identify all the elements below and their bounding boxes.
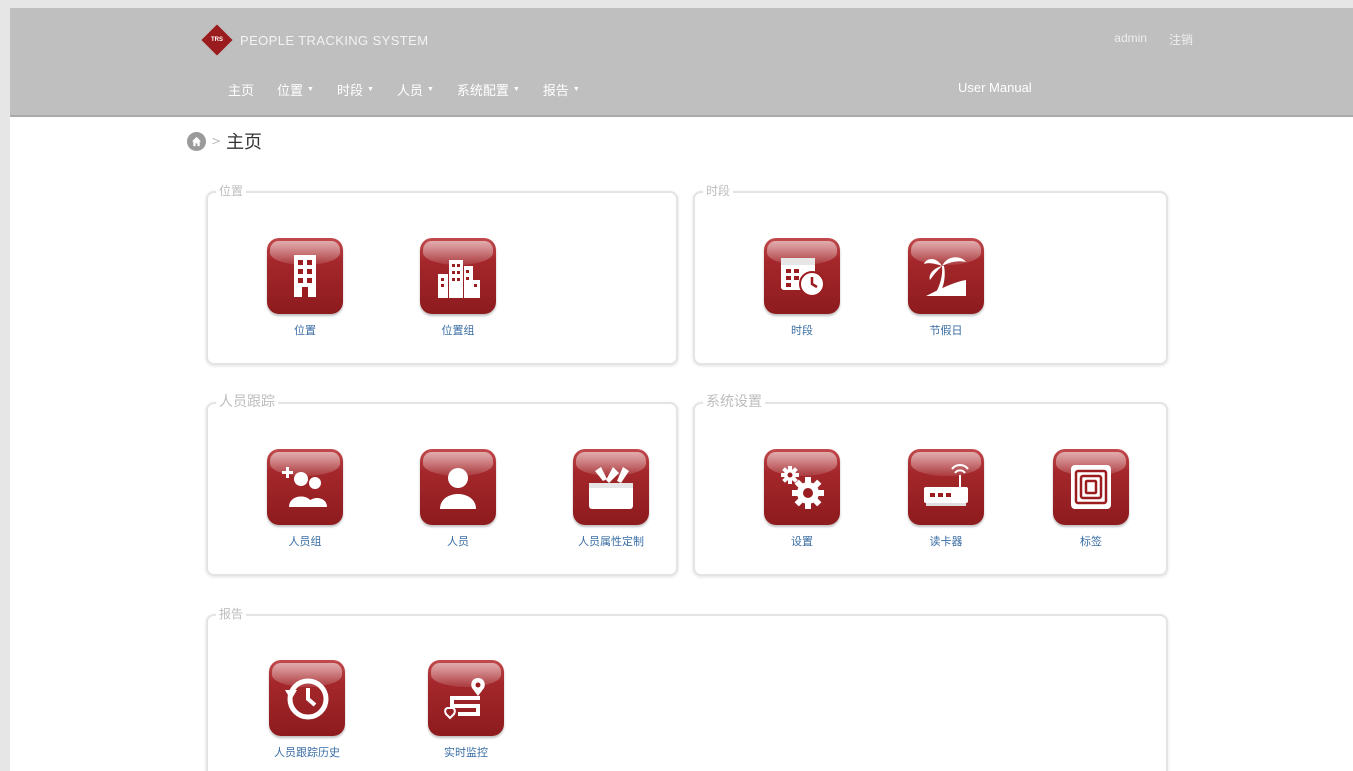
tracking-history-shortcut[interactable]: 人员跟踪历史 xyxy=(252,660,362,760)
icon-label: 位置组 xyxy=(441,324,475,337)
holiday-shortcut[interactable]: 节假日 xyxy=(891,238,1001,338)
user-nav: admin 注销 xyxy=(1114,31,1193,48)
palm-tree-icon xyxy=(908,238,984,314)
card-reader-shortcut[interactable]: 读卡器 xyxy=(891,449,1001,549)
menu-home[interactable]: 主页 xyxy=(228,80,254,99)
breadcrumb-separator: > xyxy=(211,134,222,148)
menu-label: 人员 xyxy=(396,83,423,98)
panel-title: 人员跟踪 xyxy=(216,394,278,410)
building-icon xyxy=(267,238,343,314)
top-navbar: TRS PEOPLE TRACKING SYSTEM admin 注销 主页 位… xyxy=(10,8,1353,117)
person-icon xyxy=(420,449,496,525)
brand-logo-text: TRS xyxy=(211,37,223,43)
icon-label: 时段 xyxy=(791,324,813,337)
timeslot-panel: 时段 时段 节假日 xyxy=(693,183,1168,365)
user-link[interactable]: admin xyxy=(1114,31,1147,48)
brand[interactable]: TRS PEOPLE TRACKING SYSTEM xyxy=(201,24,428,56)
person-group-shortcut[interactable]: 人员组 xyxy=(250,449,360,549)
menu-label: 系统配置 xyxy=(456,83,509,98)
system-panel: 系统设置 设置 读卡器 标签 xyxy=(693,394,1168,576)
panel-title: 时段 xyxy=(703,183,734,199)
caret-down-icon: ▼ xyxy=(307,86,314,93)
brand-title[interactable]: PEOPLE TRACKING SYSTEM xyxy=(240,33,428,48)
icon-label: 设置 xyxy=(791,535,813,548)
icon-label: 人员 xyxy=(447,535,469,548)
caret-down-icon: ▼ xyxy=(572,86,580,93)
location-panel: 位置 位置 位置组 xyxy=(206,183,678,365)
menu-location[interactable]: 位置 ▼ xyxy=(277,80,314,99)
settings-shortcut[interactable]: 设置 xyxy=(747,449,857,549)
menu-label: 时段 xyxy=(336,83,363,98)
history-icon xyxy=(269,660,345,736)
menu-report[interactable]: 报告 ▼ xyxy=(543,80,580,99)
menu-timeslot[interactable]: 时段 ▼ xyxy=(337,80,374,99)
timeslot-shortcut[interactable]: 时段 xyxy=(747,238,857,338)
breadcrumb: > 主页 xyxy=(187,128,262,154)
caret-down-icon: ▼ xyxy=(512,86,520,93)
buildings-icon xyxy=(420,238,496,314)
location-shortcut[interactable]: 位置 xyxy=(250,238,360,338)
breadcrumb-current: 主页 xyxy=(226,132,263,153)
personnel-panel: 人员跟踪 人员组 人员 人员属性定制 xyxy=(206,394,678,576)
icon-label: 标签 xyxy=(1080,535,1102,548)
location-group-shortcut[interactable]: 位置组 xyxy=(403,238,513,338)
calendar-clock-icon xyxy=(764,238,840,314)
route-pin-icon xyxy=(428,660,504,736)
caret-down-icon: ▼ xyxy=(426,86,434,93)
person-shortcut[interactable]: 人员 xyxy=(403,449,513,549)
logout-link[interactable]: 注销 xyxy=(1169,31,1193,48)
rfid-tag-icon xyxy=(1053,449,1129,525)
panel-title: 报告 xyxy=(216,606,247,622)
tag-shortcut[interactable]: 标签 xyxy=(1036,449,1146,549)
gears-icon xyxy=(764,449,840,525)
panel-title: 位置 xyxy=(216,183,247,199)
toolbox-icon xyxy=(573,449,649,525)
icon-label: 人员组 xyxy=(288,535,322,548)
page: TRS PEOPLE TRACKING SYSTEM admin 注销 主页 位… xyxy=(10,8,1353,771)
caret-down-icon: ▼ xyxy=(366,86,374,93)
add-group-icon xyxy=(267,449,343,525)
menu-label: 位置 xyxy=(277,83,304,98)
menu-system-config[interactable]: 系统配置 ▼ xyxy=(457,80,520,99)
icon-label: 读卡器 xyxy=(929,535,963,548)
menu-label: 报告 xyxy=(542,83,569,98)
home-icon[interactable] xyxy=(187,131,206,151)
user-manual-link[interactable]: User Manual xyxy=(958,80,1032,95)
menu-personnel[interactable]: 人员 ▼ xyxy=(397,80,434,99)
icon-label: 人员属性定制 xyxy=(578,535,644,548)
brand-logo-icon: TRS xyxy=(201,24,233,56)
icon-label: 人员跟踪历史 xyxy=(274,746,340,759)
icon-label: 实时监控 xyxy=(444,746,488,759)
icon-label: 节假日 xyxy=(929,324,963,337)
realtime-monitor-shortcut[interactable]: 实时监控 xyxy=(411,660,521,760)
menu-label: 主页 xyxy=(228,83,255,98)
router-icon xyxy=(908,449,984,525)
person-attribute-shortcut[interactable]: 人员属性定制 xyxy=(556,449,666,549)
icon-label: 位置 xyxy=(294,324,316,337)
panel-title: 系统设置 xyxy=(703,394,765,410)
main-menu: 主页 位置 ▼ 时段 ▼ 人员 ▼ 系统配置 ▼ 报告 ▼ xyxy=(228,80,603,99)
report-panel: 报告 人员跟踪历史 实时监控 xyxy=(206,606,1168,771)
